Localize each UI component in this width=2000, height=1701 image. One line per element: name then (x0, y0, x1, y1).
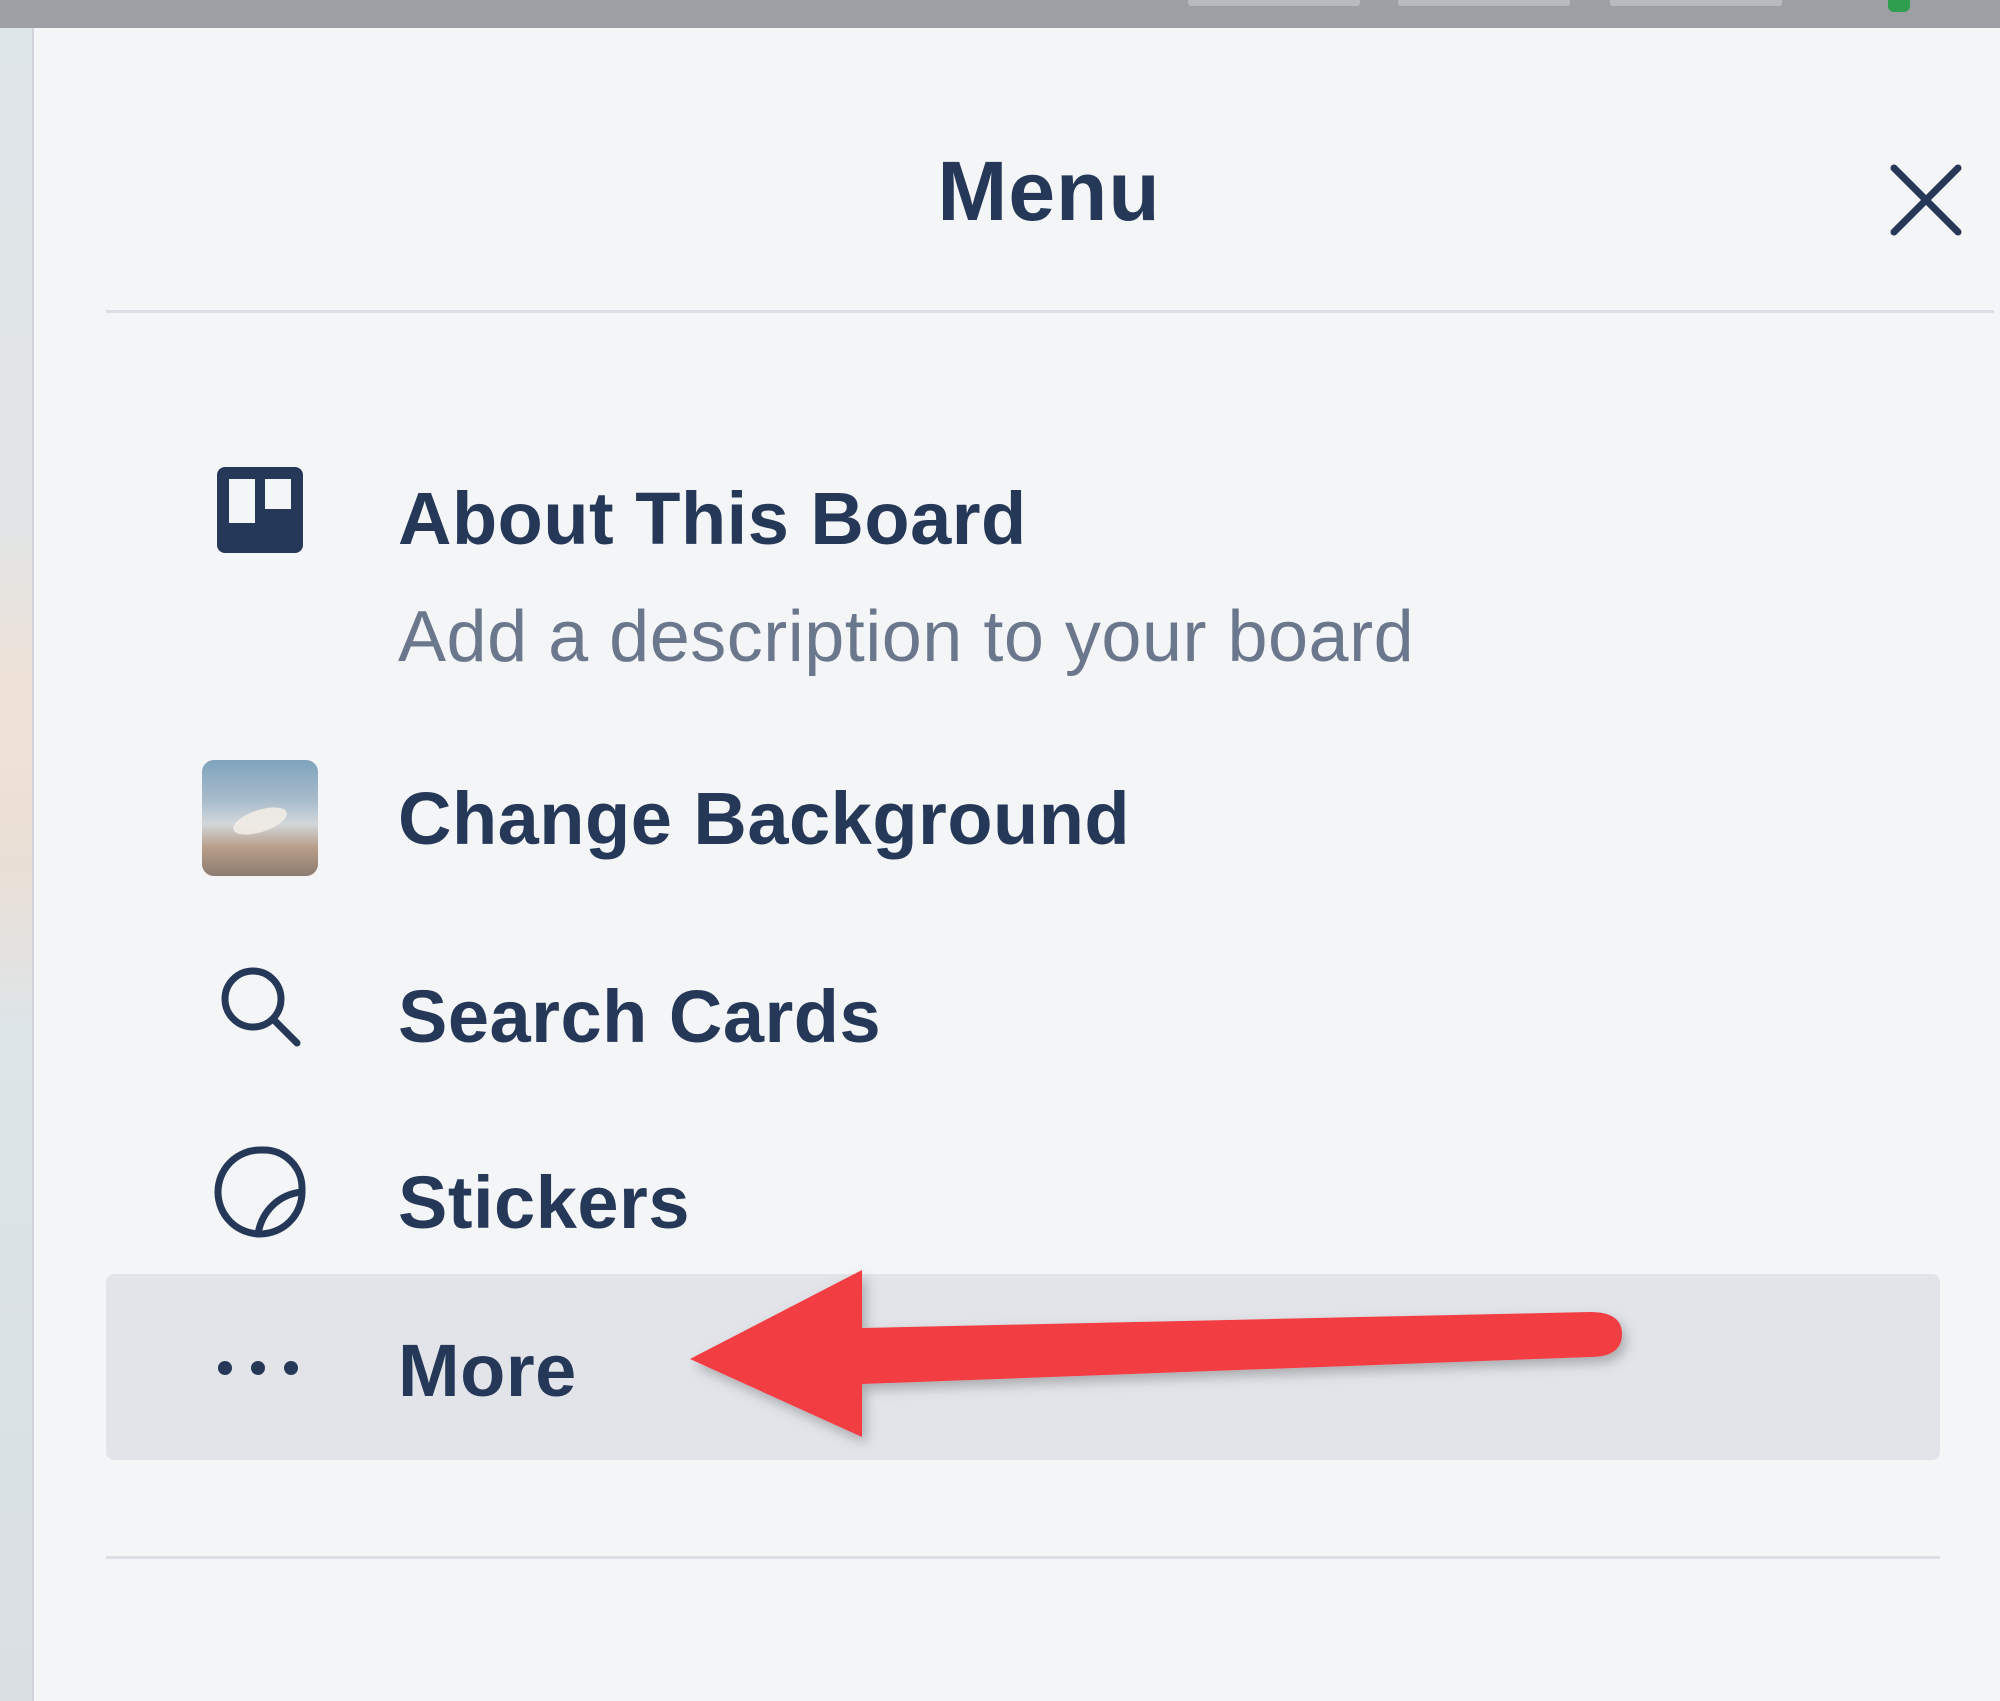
search-icon (210, 956, 310, 1056)
browser-tab[interactable] (1398, 0, 1570, 6)
close-button[interactable] (1886, 160, 1966, 240)
board-icon (210, 460, 310, 560)
red-arrow-pointing-left (690, 1270, 1622, 1437)
menu-item-stickers[interactable]: Stickers (140, 1114, 1974, 1264)
menu-item-label: Stickers (398, 1161, 690, 1244)
menu-item-about-board[interactable]: About This Board Add a description to yo… (140, 448, 1974, 708)
menu-item-label: More (398, 1329, 577, 1412)
screen: Menu About This Board Add a description … (0, 0, 2000, 1701)
board-background-edge (0, 28, 34, 1701)
menu-item-label: Search Cards (398, 975, 882, 1058)
browser-tab[interactable] (1188, 0, 1360, 6)
more-dots-icon (208, 1318, 308, 1418)
menu-title: Menu (937, 144, 1161, 238)
menu-item-sublabel: Add a description to your board (398, 597, 1415, 677)
menu-item-search-cards[interactable]: Search Cards (140, 928, 1974, 1078)
close-icon (1890, 164, 1962, 236)
header-divider (106, 310, 1994, 313)
menu-item-change-background[interactable]: Change Background (140, 740, 1974, 890)
menu-item-label: About This Board (398, 477, 1027, 560)
browser-top-bar (0, 0, 2000, 28)
menu-item-label: Change Background (398, 777, 1131, 860)
background-thumbnail (202, 760, 318, 876)
sticker-icon (210, 1142, 310, 1242)
status-dot (1888, 0, 1910, 12)
browser-tab[interactable] (1610, 0, 1782, 6)
footer-divider (106, 1556, 1940, 1559)
